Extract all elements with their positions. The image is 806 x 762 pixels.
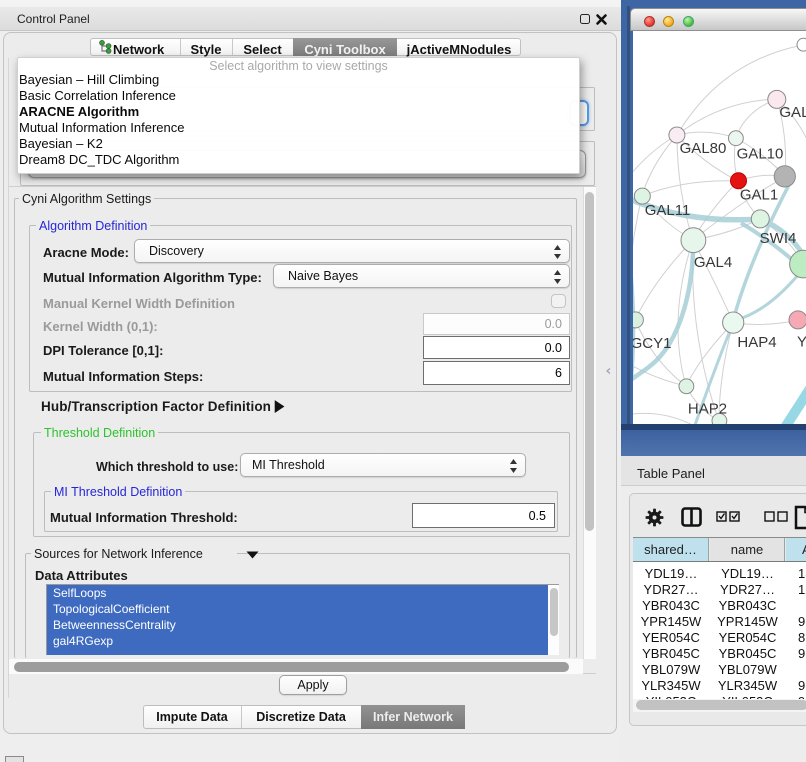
svg-text:GAL10: GAL10 xyxy=(737,146,784,163)
svg-text:HAP2: HAP2 xyxy=(688,401,727,418)
svg-text:SWI4: SWI4 xyxy=(760,230,797,247)
svg-text:YEL0: YEL0 xyxy=(797,334,806,351)
svg-text:HAP4: HAP4 xyxy=(737,334,776,351)
svg-text:GAL80: GAL80 xyxy=(680,140,727,157)
svg-text:GAL4: GAL4 xyxy=(694,254,732,271)
svg-text:GAL2: GAL2 xyxy=(779,104,806,121)
svg-text:GCY1: GCY1 xyxy=(633,335,671,352)
svg-text:GAL11: GAL11 xyxy=(645,202,691,219)
svg-text:GAL1: GAL1 xyxy=(740,187,778,204)
